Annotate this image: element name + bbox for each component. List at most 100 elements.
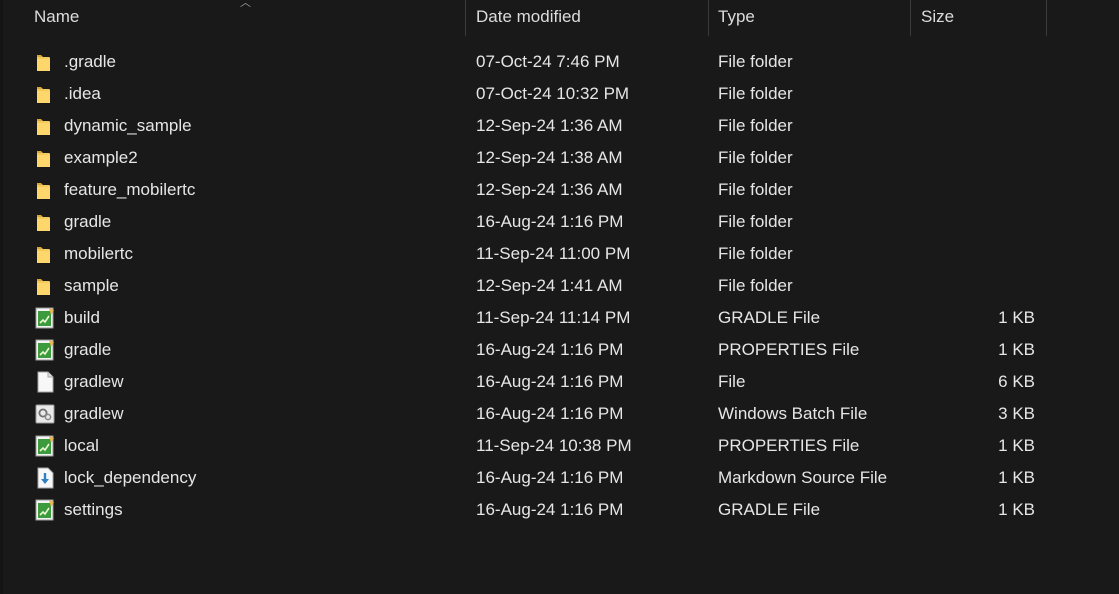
file-size: 1 KB [998,436,1035,455]
file-row[interactable]: example2 12-Sep-24 1:38 AM File folder [0,142,1119,174]
file-type: GRADLE File [718,500,821,519]
file-name: local [64,436,99,455]
file-type: File folder [718,212,793,231]
file-date-modified: 12-Sep-24 1:36 AM [476,116,623,135]
gradle-file-icon [34,307,56,329]
file-date-modified: 11-Sep-24 10:38 PM [476,436,632,455]
file-type: File folder [718,116,793,135]
file-type: File folder [718,84,793,103]
file-type: File folder [718,180,793,199]
file-row[interactable]: build 11-Sep-24 11:14 PM GRADLE File 1 KB [0,302,1119,334]
file-name: gradlew [64,404,124,423]
file-row[interactable]: lock_dependency 16-Aug-24 1:16 PM Markdown… [0,462,1119,494]
file-explorer-window: ︿ Name Date modified Type Size .gradle 07… [0,0,1119,594]
file-type: File folder [718,276,793,295]
file-type: File folder [718,244,793,263]
folder-icon [34,179,56,201]
file-size [940,142,1035,174]
file-row[interactable]: .idea 07-Oct-24 10:32 PM File folder [0,78,1119,110]
file-date-modified: 16-Aug-24 1:16 PM [476,372,624,391]
file-date-modified: 11-Sep-24 11:14 PM [476,308,631,327]
file-row[interactable]: local 11-Sep-24 10:38 PM PROPERTIES File 1 … [0,430,1119,462]
file-name: gradle [64,340,112,359]
file-type: PROPERTIES File [718,340,860,359]
folder-icon [34,147,56,169]
file-size: 6 KB [998,372,1035,391]
column-header-name[interactable]: Name [34,0,464,36]
file-row[interactable]: gradle 16-Aug-24 1:16 PM PROPERTIES File 1 … [0,334,1119,366]
file-row[interactable]: gradlew 16-Aug-24 1:16 PM File 6 KB [0,366,1119,398]
file-date-modified: 16-Aug-24 1:16 PM [476,500,624,519]
file-row[interactable]: dynamic_sample 12-Sep-24 1:36 AM File fold… [0,110,1119,142]
file-date-modified: 07-Oct-24 10:32 PM [476,84,630,103]
file-date-modified: 16-Aug-24 1:16 PM [476,212,624,231]
markdown-file-icon [34,467,56,489]
file-size: 1 KB [998,340,1035,359]
file-row[interactable]: gradle 16-Aug-24 1:16 PM File folder [0,206,1119,238]
folder-icon [34,275,56,297]
column-header-bar: ︿ Name Date modified Type Size [0,0,1119,36]
column-divider[interactable] [910,0,911,36]
file-date-modified: 11-Sep-24 11:00 PM [476,244,631,263]
file-name: gradle [64,212,112,231]
folder-icon [34,83,56,105]
file-row[interactable]: mobilertc 11-Sep-24 11:00 PM File folder [0,238,1119,270]
column-header-type-label: Type [718,7,755,26]
file-type: GRADLE File [718,308,821,327]
file-date-modified: 12-Sep-24 1:41 AM [476,276,623,295]
folder-icon [34,211,56,233]
file-name: sample [64,276,119,295]
file-row[interactable]: sample 12-Sep-24 1:41 AM File folder [0,270,1119,302]
column-header-type[interactable]: Type [718,0,908,36]
file-type: File [718,372,746,391]
file-size [940,78,1035,110]
file-size [940,174,1035,206]
gradle-file-icon [34,339,56,361]
file-name: feature_mobilertc [64,180,196,199]
file-list: .gradle 07-Oct-24 7:46 PM File folder .idea… [0,46,1119,526]
file-type: Windows Batch File [718,404,868,423]
folder-icon [34,243,56,265]
batch-file-icon [34,403,56,425]
file-name: settings [64,500,123,519]
file-date-modified: 16-Aug-24 1:16 PM [476,404,624,423]
folder-icon [34,51,56,73]
blank-file-icon [34,371,56,393]
file-date-modified: 07-Oct-24 7:46 PM [476,52,620,71]
file-name: example2 [64,148,138,167]
file-size: 1 KB [998,468,1035,487]
folder-icon [34,115,56,137]
file-row[interactable]: .gradle 07-Oct-24 7:46 PM File folder [0,46,1119,78]
file-date-modified: 16-Aug-24 1:16 PM [476,340,624,359]
column-divider[interactable] [465,0,466,36]
column-header-size[interactable]: Size [921,0,1041,36]
file-size: 1 KB [998,500,1035,519]
file-row[interactable]: gradlew 16-Aug-24 1:16 PM Windows Batch Fi… [0,398,1119,430]
file-size [940,46,1035,78]
file-date-modified: 12-Sep-24 1:36 AM [476,180,623,199]
file-size: 1 KB [998,308,1035,327]
file-size: 3 KB [998,404,1035,423]
file-name: build [64,308,100,327]
file-name: .gradle [64,52,116,71]
column-header-size-label: Size [921,7,955,26]
file-row[interactable]: feature_mobilertc 12-Sep-24 1:36 AM File f… [0,174,1119,206]
gradle-file-icon [34,435,56,457]
column-divider[interactable] [708,0,709,36]
file-type: File folder [718,52,793,71]
file-name: lock_dependency [64,468,197,487]
column-header-name-label: Name [34,7,80,26]
file-row[interactable]: settings 16-Aug-24 1:16 PM GRADLE File 1 KB [0,494,1119,526]
column-header-date-modified[interactable]: Date modified [476,0,706,36]
column-header-date-label: Date modified [476,7,581,26]
file-size [940,270,1035,302]
file-size [940,206,1035,238]
file-name: gradlew [64,372,124,391]
file-type: PROPERTIES File [718,436,860,455]
column-divider[interactable] [1046,0,1047,36]
file-size [940,238,1035,270]
file-name: mobilertc [64,244,133,263]
file-date-modified: 12-Sep-24 1:38 AM [476,148,623,167]
file-name: dynamic_sample [64,116,192,135]
file-name: .idea [64,84,101,103]
